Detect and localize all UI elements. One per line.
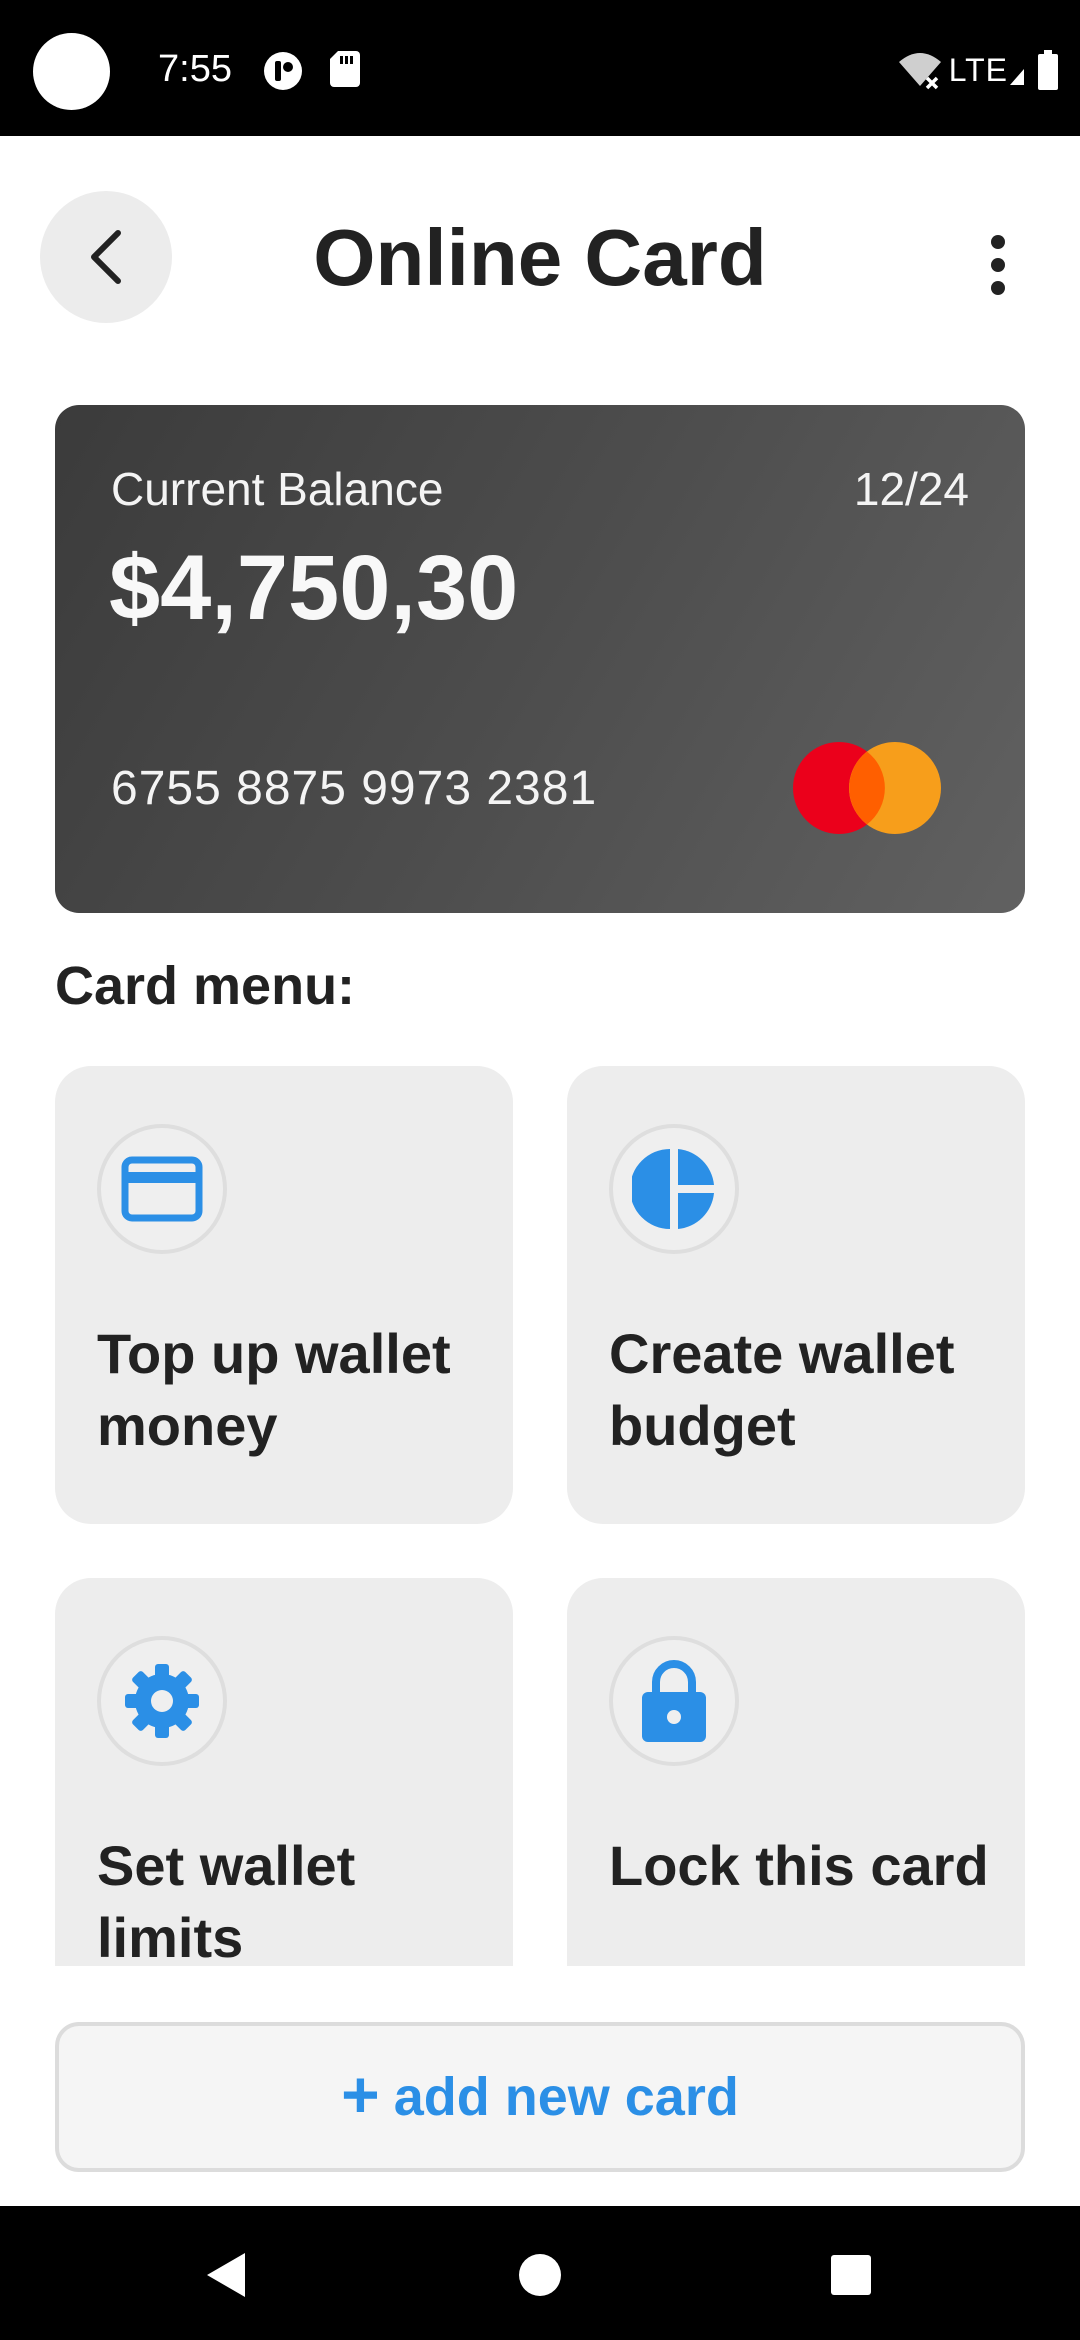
balance-label: Current Balance — [111, 463, 444, 515]
system-navigation-bar — [0, 2206, 1080, 2340]
nav-back-button[interactable] — [182, 2230, 272, 2320]
more-vertical-icon — [991, 235, 1005, 295]
status-right-group: LTE — [897, 48, 1058, 92]
card-menu-title: Card menu: — [55, 956, 356, 1016]
card-number: 6755 8875 9973 2381 — [111, 762, 598, 815]
page-title: Online Card — [313, 213, 767, 302]
gear-icon — [125, 1664, 199, 1738]
menu-tile-label: Top up wallet money — [97, 1322, 451, 1457]
menu-tile-create-budget[interactable]: Create wallet budget — [567, 1066, 1025, 1524]
menu-tile-top-up[interactable]: Top up wallet money — [55, 1066, 513, 1524]
device-screen: 7:55 LTE Online Card Current Balance 12/… — [0, 0, 1080, 2340]
nav-back-icon — [207, 2253, 245, 2297]
tile-icon-circle — [609, 1124, 739, 1254]
lock-icon — [642, 1660, 706, 1742]
balance-card[interactable]: Current Balance 12/24 $4,750,30 6755 887… — [55, 405, 1025, 913]
balance-amount: $4,750,30 — [109, 537, 519, 639]
pie-chart-icon — [632, 1149, 714, 1229]
status-bar: 7:55 LTE — [0, 0, 1080, 136]
nav-recents-icon — [831, 2255, 871, 2295]
status-time: 7:55 — [158, 48, 232, 90]
network-type-label: LTE — [948, 51, 1008, 88]
nav-home-icon — [519, 2254, 561, 2296]
menu-tile-lock-card[interactable]: Lock this card — [567, 1578, 1025, 1966]
add-new-card-label: add new card — [393, 2067, 739, 2127]
nav-home-button[interactable] — [495, 2230, 585, 2320]
tile-icon-circle — [609, 1636, 739, 1766]
camera-cutout — [33, 33, 110, 110]
wifi-off-icon — [898, 53, 941, 90]
signal-icon — [1010, 69, 1024, 85]
menu-tile-label: Set wallet limits — [97, 1834, 356, 1966]
tile-icon-circle — [97, 1124, 227, 1254]
card-menu-grid: Top up wallet money Create wallet budget — [0, 1066, 1080, 1966]
card-expiry: 12/24 — [853, 463, 969, 515]
sd-card-icon — [330, 51, 360, 87]
add-new-card-button[interactable]: + add new card — [55, 2022, 1025, 2172]
tile-icon-circle — [97, 1636, 227, 1766]
app-notification-icon — [264, 52, 302, 90]
battery-icon — [1038, 50, 1058, 90]
plus-icon: + — [341, 2057, 380, 2131]
menu-tile-label: Create wallet budget — [609, 1322, 955, 1457]
menu-tile-label: Lock this card — [609, 1834, 989, 1897]
back-button[interactable] — [40, 191, 172, 323]
menu-tile-set-limits[interactable]: Set wallet limits — [55, 1578, 513, 1966]
nav-recents-button[interactable] — [806, 2230, 896, 2320]
mastercard-logo — [793, 742, 941, 834]
more-options-button[interactable] — [968, 220, 1028, 310]
chevron-left-icon — [91, 230, 121, 284]
app-content: Online Card Current Balance 12/24 $4,750… — [0, 136, 1080, 2206]
credit-card-icon — [121, 1156, 203, 1222]
